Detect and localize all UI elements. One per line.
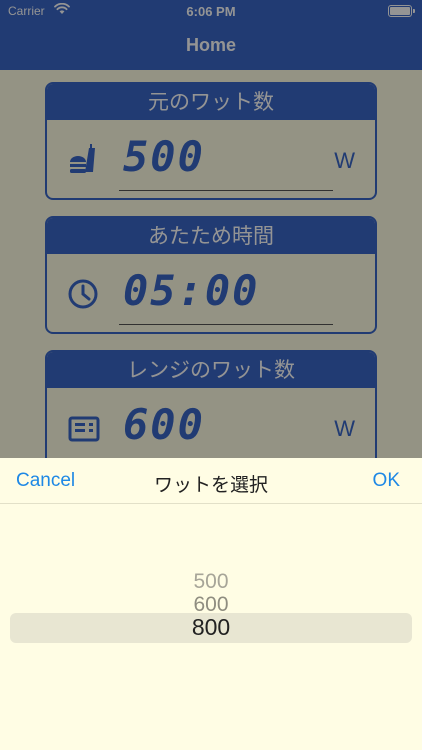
picker-toolbar: Cancel ワットを選択 OK — [0, 458, 422, 504]
picker-title: ワットを選択 — [153, 474, 268, 496]
picker-option[interactable]: 500 — [0, 570, 422, 594]
picker-option-selected[interactable]: 800 — [0, 614, 422, 641]
wattage-picker-wheel[interactable]: 500 600 800 — [0, 504, 422, 750]
wattage-picker-sheet: Cancel ワットを選択 OK 500 600 800 — [0, 458, 422, 750]
ok-button[interactable]: OK — [373, 470, 400, 492]
